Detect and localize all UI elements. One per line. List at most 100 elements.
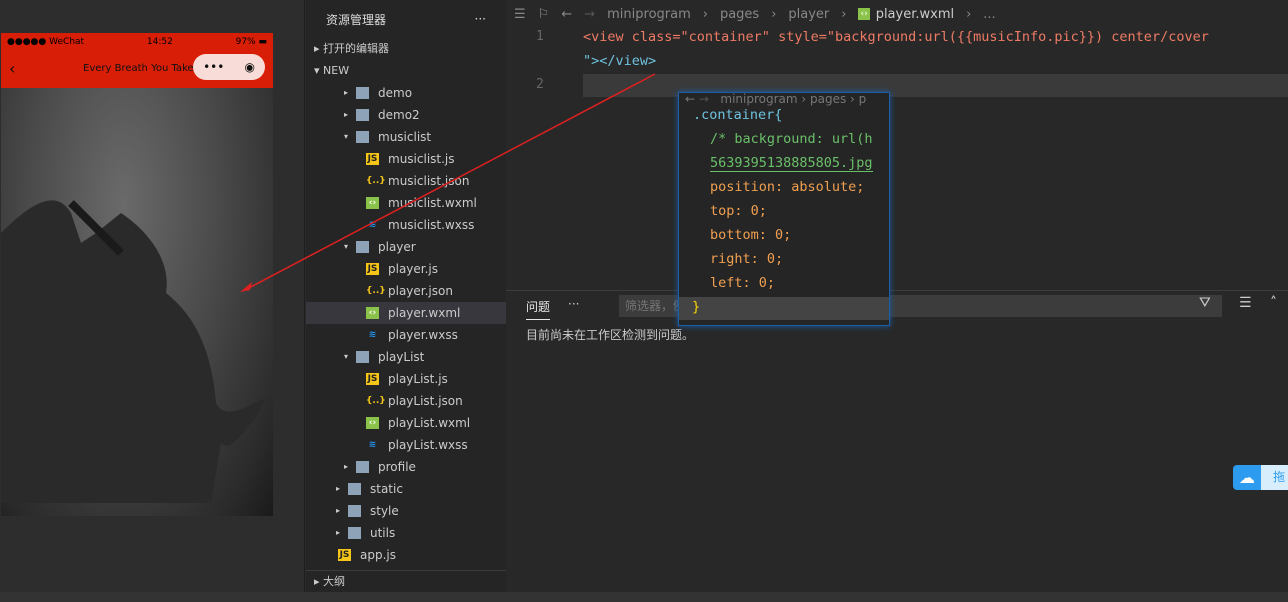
more-icon[interactable]: ··· [568, 297, 579, 311]
tree-item-static[interactable]: ▸ static [306, 478, 506, 500]
bookmark-icon[interactable]: ⚐ [538, 7, 550, 22]
open-editors-section[interactable]: ▸ 打开的编辑器 [306, 38, 506, 60]
json-icon: {..} [366, 176, 386, 186]
tree-item-label: app.js [360, 548, 396, 562]
js-icon: JS [366, 153, 379, 165]
tree-item-playlist[interactable]: ▾ playList [306, 346, 506, 368]
folder-icon [356, 109, 369, 121]
tree-item-label: player.json [388, 284, 453, 298]
chevron-right-icon[interactable]: ▸ [336, 522, 340, 544]
collapse-all-icon[interactable]: ☰ [1239, 295, 1252, 311]
tree-item-musiclist-json[interactable]: {..} musiclist.json [306, 170, 506, 192]
tree-item-musiclist-js[interactable]: JS musiclist.js [306, 148, 506, 170]
js-icon: JS [366, 263, 379, 275]
folder-icon [348, 527, 361, 539]
clock: 14:52 [146, 37, 173, 47]
tree-item-playlist-wxml[interactable]: ‹› playList.wxml [306, 412, 506, 434]
singer-silhouette [1, 200, 266, 503]
tree-item-player-wxml[interactable]: ‹› player.wxml [306, 302, 506, 324]
more-icon[interactable]: ··· [475, 12, 486, 26]
tree-item-player-js[interactable]: JS player.js [306, 258, 506, 280]
tree-item-player[interactable]: ▾ player [306, 236, 506, 258]
line-number: 1 [536, 29, 544, 44]
code-line: position: absolute; [710, 179, 865, 195]
crumb[interactable]: player.wxml [876, 7, 954, 22]
json-icon: {..} [366, 396, 386, 406]
back-arrow-icon[interactable]: ← [561, 7, 572, 22]
tab-problems[interactable]: 问题 [526, 298, 551, 320]
tree-item-label: player.wxml [388, 306, 461, 320]
tree-item-label: demo [378, 86, 413, 100]
tree-item-style[interactable]: ▸ style [306, 500, 506, 522]
tree-item-label: demo2 [378, 108, 420, 122]
chevron-up-icon[interactable]: ˄ [1270, 295, 1277, 311]
tree-item-musiclist-wxss[interactable]: ≋ musiclist.wxss [306, 214, 506, 236]
phone-preview: ●●●●● WeChat 14:52 97% ▬ ‹ Every Breath … [1, 33, 273, 516]
explorer-panel: 资源管理器 ··· ▸ 打开的编辑器 ▾ NEW ▸ demo ▸ demo2 ▾ musi… [306, 0, 506, 602]
tree-item-label: playList.wxml [388, 416, 471, 430]
cloud-icon: ☁ [1239, 468, 1255, 487]
chevron-right-icon[interactable]: ▸ [344, 82, 348, 104]
chevron-down-icon[interactable]: ▾ [344, 126, 348, 148]
tree-item-playlist-js[interactable]: JS playList.js [306, 368, 506, 390]
tree-item-playlist-json[interactable]: {..} playList.json [306, 390, 506, 412]
close-miniprogram-icon[interactable]: ◉ [244, 60, 254, 74]
outline-section[interactable]: ▸ 大纲 [306, 570, 506, 592]
project-section[interactable]: ▾ NEW [306, 60, 506, 82]
explorer-title: 资源管理器 [326, 12, 387, 27]
code-line: top: 0; [710, 203, 767, 219]
tree-item-musiclist[interactable]: ▾ musiclist [306, 126, 506, 148]
crumb[interactable]: player [788, 7, 829, 22]
code-line: /* background: url(h [710, 131, 873, 147]
code-line[interactable]: <view class="container" style="backgroun… [583, 29, 1209, 45]
chevron-right-icon[interactable]: ▸ [336, 478, 340, 500]
tree-item-label: static [370, 482, 403, 496]
chevron-right-icon[interactable]: ▸ [344, 104, 348, 126]
tree-item-player-json[interactable]: {..} player.json [306, 280, 506, 302]
chevron-right-icon[interactable]: ▸ [344, 456, 348, 478]
chevron-down-icon[interactable]: ▾ [344, 236, 348, 258]
tree-item-demo2[interactable]: ▸ demo2 [306, 104, 506, 126]
tree-item-label: playList [378, 350, 425, 364]
tree-item-profile[interactable]: ▸ profile [306, 456, 506, 478]
filter-icon[interactable]: ⛛ [1199, 295, 1211, 311]
tree-item-musiclist-wxml[interactable]: ‹› musiclist.wxml [306, 192, 506, 214]
js-icon: JS [338, 549, 351, 561]
tree-item-label: musiclist.js [388, 152, 455, 166]
tree-item-label: utils [370, 526, 396, 540]
back-arrow-icon[interactable]: ← [685, 93, 695, 106]
code-line[interactable]: "></view> [583, 53, 656, 69]
tree-item-demo[interactable]: ▸ demo [306, 82, 506, 104]
tree-item-utils[interactable]: ▸ utils [306, 522, 506, 544]
tree-item-label: playList.wxss [388, 438, 468, 452]
tree-item-player-wxss[interactable]: ≋ player.wxss [306, 324, 506, 346]
folder-icon [356, 87, 369, 99]
breadcrumb: ☰ ⚐ ← → miniprogram › pages › player › ‹› p… [514, 6, 996, 22]
tree-item-label: player.js [388, 262, 439, 276]
folder-icon [348, 505, 361, 517]
tree-item-app-js[interactable]: JS app.js [306, 544, 506, 566]
code-line: 5639395138885805.jpg [710, 155, 873, 172]
forward-arrow-icon[interactable]: → [584, 7, 595, 22]
chevron-down-icon[interactable]: ▾ [344, 346, 348, 368]
baidu-netdisk-widget[interactable]: ☁ 拖 [1233, 465, 1288, 490]
tree-item-label: musiclist.wxss [388, 218, 475, 232]
wxml-icon: ‹› [366, 197, 379, 209]
crumb[interactable]: pages [720, 7, 759, 22]
chevron-right-icon[interactable]: ▸ [336, 500, 340, 522]
crumb[interactable]: ... [983, 7, 995, 22]
code-line: .container{ [693, 107, 783, 123]
tree-item-label: playList.json [388, 394, 463, 408]
file-tree: ▸ demo ▸ demo2 ▾ musiclist JS musiclist.js {..} m… [306, 82, 506, 566]
crumb[interactable]: miniprogram [607, 7, 691, 22]
back-icon[interactable]: ‹ [9, 59, 15, 78]
list-icon[interactable]: ☰ [514, 7, 526, 22]
wxss-icon: ≋ [368, 220, 377, 230]
tree-item-label: musiclist.json [388, 174, 470, 188]
peek-breadcrumb: miniprogram › pages › p [720, 92, 867, 106]
capsule-menu: ••• ◉ [193, 54, 265, 80]
wxss-icon: ≋ [368, 330, 377, 340]
more-icon[interactable]: ••• [203, 60, 224, 74]
code-line: } [692, 299, 701, 315]
tree-item-playlist-wxss[interactable]: ≋ playList.wxss [306, 434, 506, 456]
